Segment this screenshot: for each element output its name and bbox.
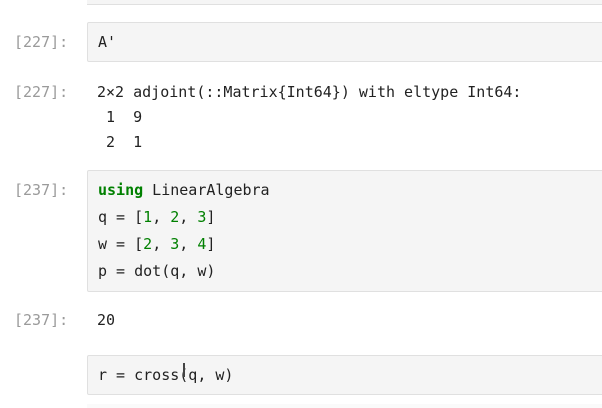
code-line: r = cross(q, w)	[98, 366, 234, 384]
code-line: p = dot(q, w)	[98, 262, 216, 280]
input-cell-cross[interactable]: r = cross(q, w)	[0, 355, 602, 395]
output-prompt: [237]:	[14, 311, 69, 329]
next-cell-edge	[87, 404, 602, 408]
code-text: q = [	[98, 208, 144, 226]
code-line: using LinearAlgebra	[98, 181, 270, 199]
code-text: ]	[206, 208, 216, 226]
input-cell-transpose[interactable]: [227]: A'	[0, 22, 602, 62]
code-text: w = [	[98, 235, 144, 253]
number-literal: 2	[143, 235, 153, 253]
notebook: [227]: A' [227]: 2×2 adjoint(::Matrix{In…	[0, 0, 602, 408]
code-line: A'	[98, 33, 117, 51]
input-prompt: [227]:	[14, 33, 69, 51]
previous-cell-edge	[87, 0, 602, 5]
keyword-using: using	[98, 181, 144, 199]
text-cursor-icon	[183, 363, 185, 377]
input-prompt: [237]:	[14, 181, 69, 199]
code-editor[interactable]: using LinearAlgebra q = [1, 2, 3] w = [2…	[87, 170, 602, 292]
output-cell-dot-result: [237]: 20	[0, 310, 602, 332]
number-literal: 1	[143, 208, 153, 226]
input-cell-dot[interactable]: [237]: using LinearAlgebra q = [1, 2, 3]…	[0, 170, 602, 292]
code-editor[interactable]: r = cross(q, w)	[87, 355, 602, 395]
code-text: LinearAlgebra	[143, 181, 270, 199]
code-editor[interactable]: A'	[87, 22, 602, 62]
number-literal: 2	[170, 208, 180, 226]
code-text: ,	[179, 208, 198, 226]
code-text: ,	[152, 235, 171, 253]
output-row: 2 1	[97, 133, 143, 151]
code-line: q = [1, 2, 3]	[98, 208, 215, 226]
code-text: ,	[152, 208, 171, 226]
number-literal: 3	[170, 235, 180, 253]
output-value: 20	[97, 311, 116, 329]
output-row: 1 9	[97, 108, 143, 126]
code-text: ]	[206, 235, 216, 253]
output-cell-adjoint: [227]: 2×2 adjoint(::Matrix{Int64}) with…	[0, 80, 602, 155]
output-prompt: [227]:	[14, 83, 69, 101]
code-line: w = [2, 3, 4]	[98, 235, 215, 253]
output-header: 2×2 adjoint(::Matrix{Int64}) with eltype…	[97, 83, 522, 101]
code-text: ,	[179, 235, 198, 253]
